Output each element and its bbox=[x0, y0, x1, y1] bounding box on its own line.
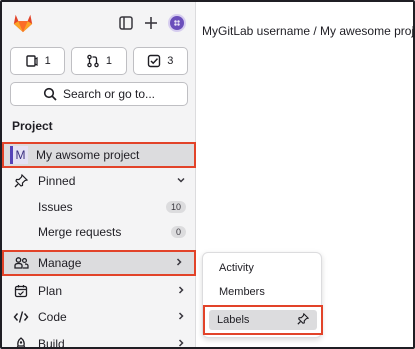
issues-count: 1 bbox=[44, 55, 51, 67]
sidebar-item-manage[interactable]: Manage bbox=[2, 250, 196, 276]
issues-label: Issues bbox=[38, 200, 73, 214]
sidebar-toggle-icon[interactable] bbox=[117, 14, 135, 32]
section-label-project: Project bbox=[12, 119, 53, 133]
plan-label: Plan bbox=[38, 284, 63, 298]
rocket-icon bbox=[12, 335, 30, 347]
issues-badge: 10 bbox=[165, 201, 186, 213]
pinned-label: Pinned bbox=[38, 174, 76, 188]
issues-icon bbox=[25, 55, 38, 67]
chevron-down-icon bbox=[176, 174, 186, 188]
merge-requests-badge: 0 bbox=[170, 226, 186, 238]
todo-icon bbox=[148, 54, 161, 68]
sidebar: 1 1 3 Search or go to... Project M My aw… bbox=[2, 2, 196, 349]
project-name: My awsome project bbox=[36, 148, 140, 162]
code-label: Code bbox=[38, 310, 67, 324]
sidebar-item-merge-requests[interactable]: Merge requests 0 bbox=[2, 219, 196, 245]
counters-row: 1 1 3 bbox=[10, 47, 188, 75]
chevron-right-icon bbox=[176, 310, 186, 324]
flyout-item-activity[interactable]: Activity bbox=[209, 257, 317, 279]
flyout-item-labels-inner: Labels bbox=[209, 310, 317, 330]
manage-flyout-menu: Activity Members Labels bbox=[202, 252, 323, 338]
search-icon bbox=[43, 87, 57, 101]
search-button[interactable]: Search or go to... bbox=[10, 82, 188, 106]
merge-requests-label: Merge requests bbox=[38, 225, 122, 239]
sidebar-item-issues[interactable]: Issues 10 bbox=[2, 194, 196, 220]
window: 1 1 3 Search or go to... Project M My aw… bbox=[0, 0, 415, 349]
merge-requests-counter-button[interactable]: 1 bbox=[71, 47, 127, 75]
code-icon bbox=[12, 308, 30, 326]
sidebar-item-plan[interactable]: Plan bbox=[2, 278, 196, 304]
gitlab-tanuki-icon[interactable] bbox=[12, 12, 34, 34]
sidebar-item-code[interactable]: Code bbox=[2, 304, 196, 330]
sidebar-item-build[interactable]: Build bbox=[2, 331, 196, 349]
labels-label: Labels bbox=[217, 314, 250, 326]
flyout-item-labels[interactable]: Labels bbox=[203, 305, 323, 335]
flyout-item-members[interactable]: Members bbox=[209, 281, 317, 303]
build-label: Build bbox=[38, 337, 65, 349]
search-label: Search or go to... bbox=[62, 87, 156, 101]
user-avatar[interactable] bbox=[168, 14, 186, 32]
manage-label: Manage bbox=[38, 256, 82, 270]
todos-counter-button[interactable]: 3 bbox=[132, 47, 188, 75]
sidebar-item-project[interactable]: M My awsome project bbox=[2, 142, 196, 168]
project-avatar: M bbox=[10, 146, 28, 164]
chevron-right-icon bbox=[176, 284, 186, 298]
pin-icon bbox=[12, 172, 30, 190]
chevron-right-icon bbox=[174, 256, 184, 270]
plus-icon[interactable] bbox=[142, 14, 160, 32]
merge-request-icon bbox=[87, 54, 99, 68]
issues-counter-button[interactable]: 1 bbox=[10, 47, 66, 75]
users-icon bbox=[12, 254, 30, 272]
chevron-right-icon bbox=[176, 337, 186, 347]
todos-count: 3 bbox=[167, 55, 174, 67]
sidebar-item-pinned[interactable]: Pinned bbox=[2, 168, 196, 194]
merge-requests-count: 1 bbox=[105, 55, 113, 67]
pin-icon[interactable] bbox=[297, 312, 311, 327]
calendar-icon bbox=[12, 282, 30, 300]
breadcrumb[interactable]: MyGitLab username / My awesome project bbox=[202, 24, 413, 38]
